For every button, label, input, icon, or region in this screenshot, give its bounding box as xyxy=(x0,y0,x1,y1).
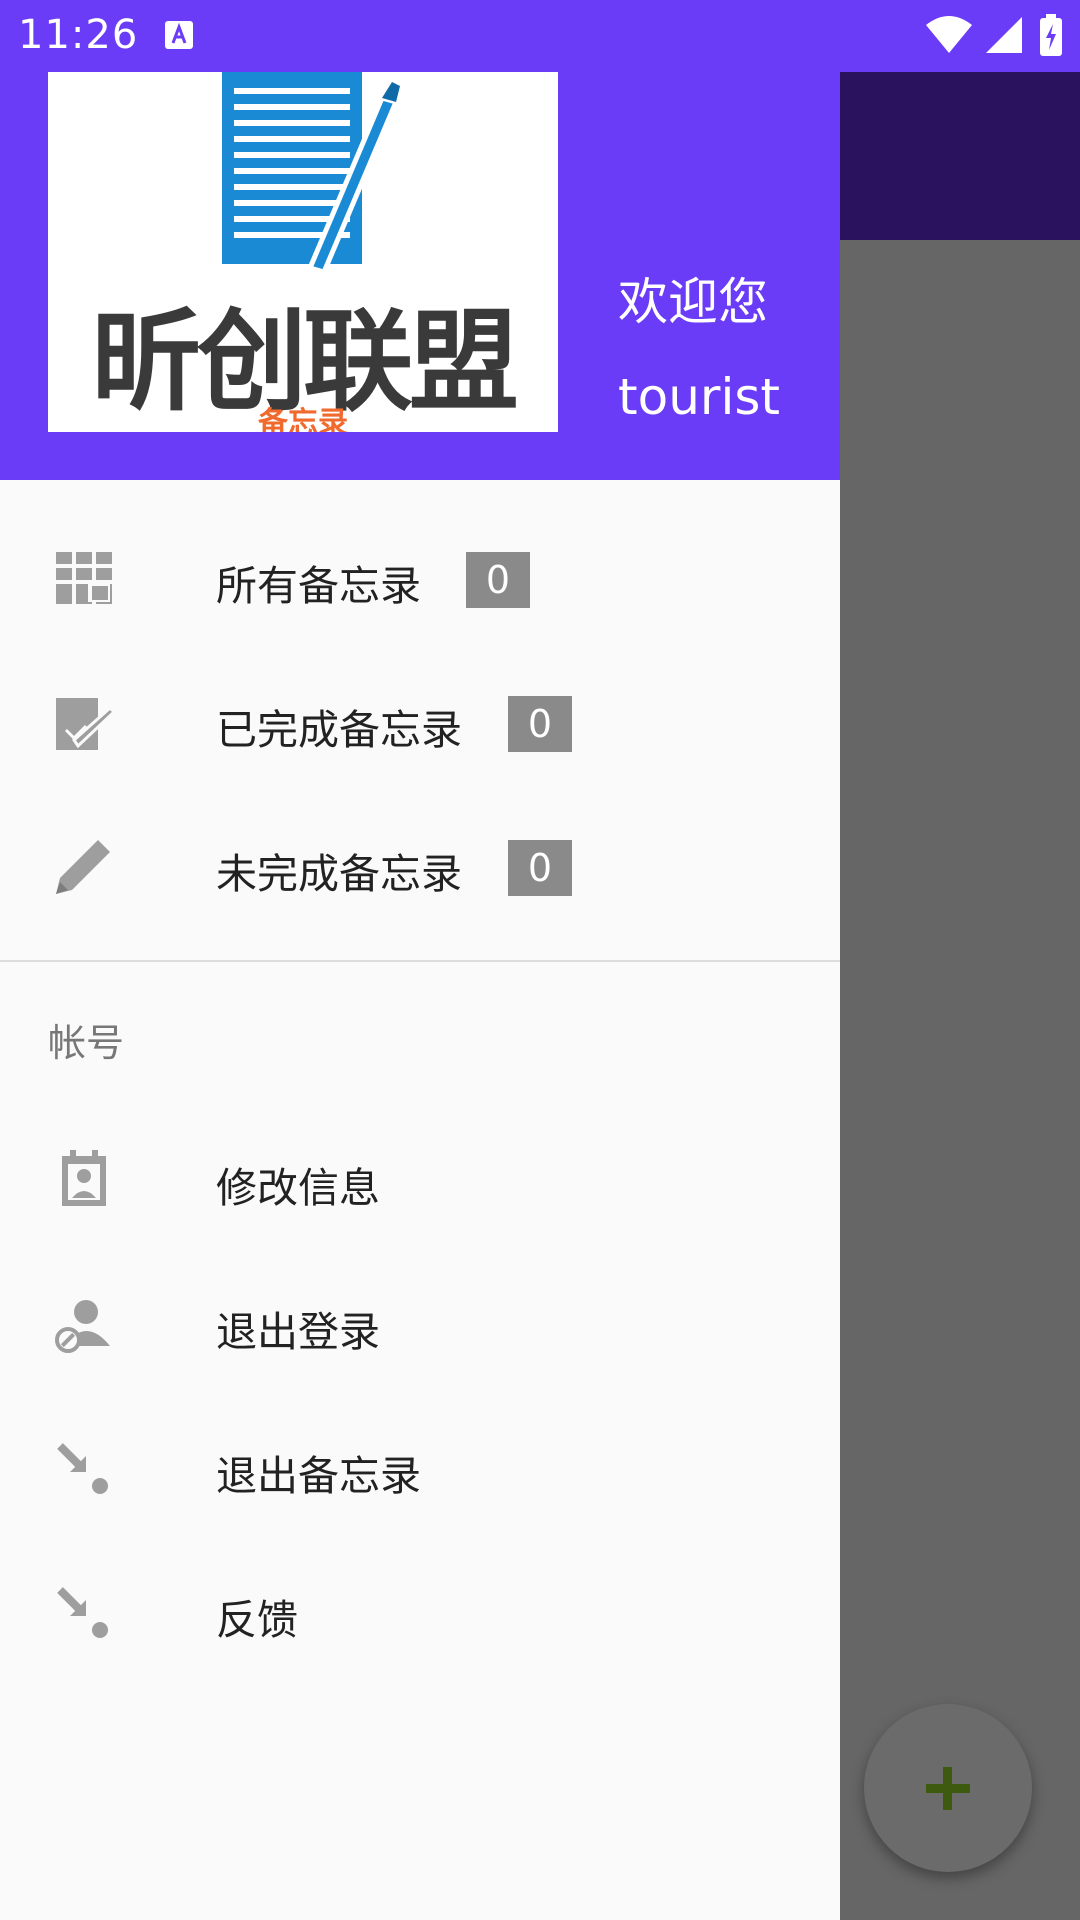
menu-label: 所有备忘录 xyxy=(216,562,421,610)
menu-label: 退出备忘录 xyxy=(216,1452,421,1500)
divider xyxy=(0,960,840,962)
menu-item-logout[interactable]: 退出登录 xyxy=(0,1250,840,1394)
contact-card-icon xyxy=(62,1150,106,1206)
app-logo: 昕创联盟 备忘录 xyxy=(48,72,558,432)
welcome-text: 欢迎您 xyxy=(618,273,768,331)
menu-label: 已完成备忘录 xyxy=(216,706,462,754)
battery-charging-icon xyxy=(1040,14,1062,56)
menu-label: 退出登录 xyxy=(216,1308,380,1356)
exit-arrow-icon xyxy=(57,1443,108,1494)
drawer-header: 昕创联盟 备忘录 欢迎您 tourist xyxy=(0,0,840,480)
count-badge: 0 xyxy=(466,552,530,608)
screen: 昕创联盟 备忘录 欢迎您 tourist 所有备忘录 0 已完成备忘录 0 未完… xyxy=(0,0,1080,1920)
menu-item-edit-info[interactable]: 修改信息 xyxy=(0,1106,840,1250)
count-badge: 0 xyxy=(508,840,572,896)
username: tourist xyxy=(618,368,780,426)
edit-check-icon xyxy=(56,698,116,750)
menu-label: 反馈 xyxy=(216,1596,298,1644)
calendar-grid-icon xyxy=(56,552,112,604)
menu-item-all-memos[interactable]: 所有备忘录 0 xyxy=(0,504,840,648)
add-memo-fab[interactable] xyxy=(864,1704,1032,1872)
count-badge: 0 xyxy=(508,696,572,752)
feedback-arrow-icon xyxy=(57,1587,108,1638)
menu-item-completed-memos[interactable]: 已完成备忘录 0 xyxy=(0,648,840,792)
menu-label: 未完成备忘录 xyxy=(216,850,462,898)
signal-icon xyxy=(986,17,1022,53)
text-a-icon xyxy=(165,21,193,49)
plus-icon xyxy=(926,1767,970,1810)
menu-item-feedback[interactable]: 反馈 xyxy=(0,1538,840,1682)
navigation-drawer: 昕创联盟 备忘录 欢迎您 tourist 所有备忘录 0 已完成备忘录 0 未完… xyxy=(0,0,840,1920)
account-section-label: 帐号 xyxy=(48,1021,125,1065)
status-time: 11:26 xyxy=(18,12,139,58)
menu-label: 修改信息 xyxy=(216,1164,380,1212)
notepad-pen-icon xyxy=(222,72,400,272)
pencil-icon xyxy=(56,840,110,894)
wifi-icon xyxy=(926,16,972,53)
menu-item-incomplete-memos[interactable]: 未完成备忘录 0 xyxy=(0,792,840,936)
menu-item-exit-memo[interactable]: 退出备忘录 xyxy=(0,1394,840,1538)
status-bar: 11:26 xyxy=(0,0,1080,72)
user-blocked-icon xyxy=(55,1300,110,1353)
logo-subtitle: 备忘录 xyxy=(258,406,348,432)
